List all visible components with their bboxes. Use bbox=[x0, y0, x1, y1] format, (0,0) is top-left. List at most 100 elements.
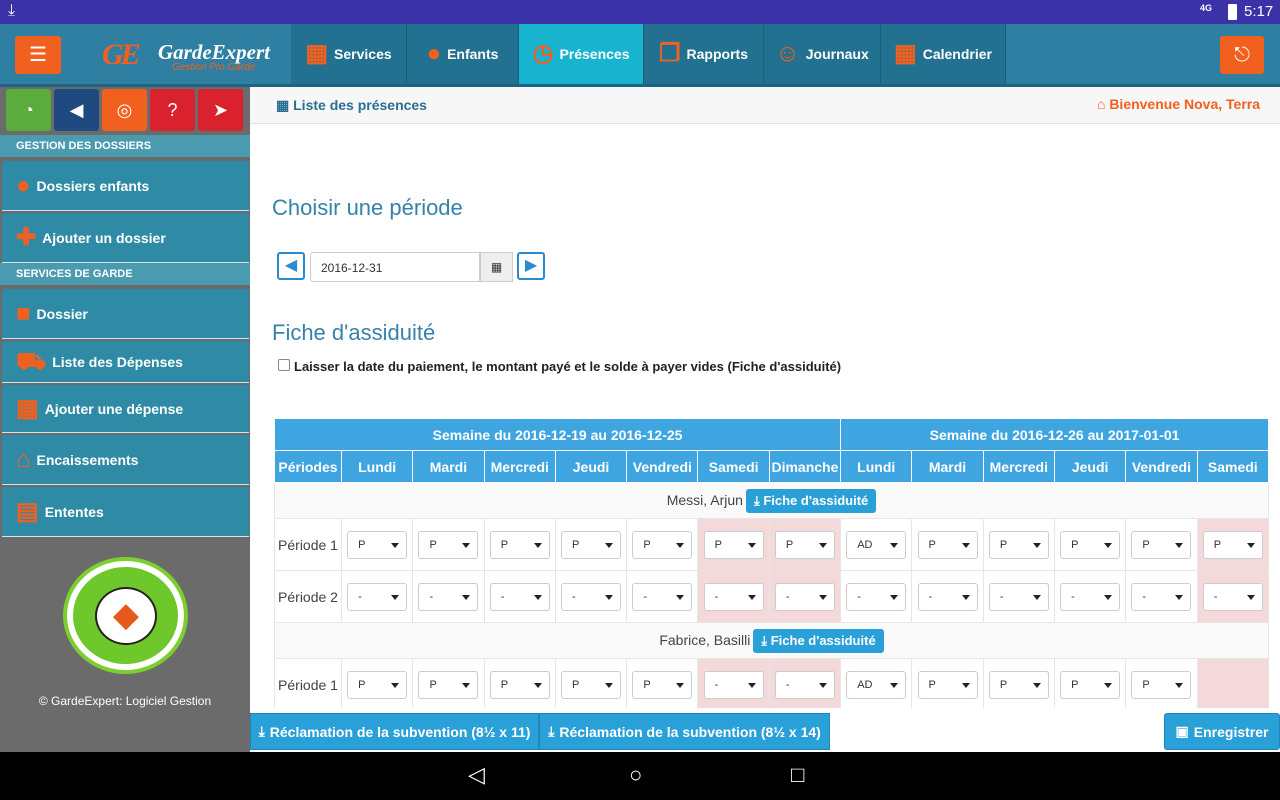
attendance-cell: - bbox=[697, 658, 770, 708]
attendance-select[interactable]: - bbox=[347, 582, 408, 611]
welcome-message[interactable]: ⌂ Bienvenue Nova, Terra bbox=[1097, 96, 1260, 112]
clock: 5:17 bbox=[1244, 3, 1274, 20]
attendance-select[interactable]: - bbox=[703, 670, 764, 699]
sidebar-item-label: Encaissements bbox=[36, 451, 139, 468]
attendance-select[interactable]: AD bbox=[846, 670, 907, 699]
attendance-select[interactable]: P bbox=[561, 530, 622, 559]
sidebar-item-dossier[interactable]: ■ Dossier bbox=[2, 289, 249, 339]
tab-journaux[interactable]: ☺ Journaux bbox=[764, 24, 881, 84]
attendance-select[interactable]: AD bbox=[846, 530, 907, 559]
fiche-assiduite-button[interactable]: ⤓ Fiche d'assiduité bbox=[745, 488, 877, 513]
dashboard-button[interactable]: ◔ bbox=[6, 89, 51, 131]
arrow-left-icon: ◀ bbox=[284, 257, 298, 274]
attendance-select[interactable]: P bbox=[1131, 530, 1192, 559]
tab-calendrier[interactable]: ▦ Calendrier bbox=[881, 24, 1006, 84]
period-label: Période 1 bbox=[274, 518, 342, 571]
tab-rapports[interactable]: ❐ Rapports bbox=[644, 24, 764, 84]
child-name-cell: Messi, Arjun ⤓ Fiche d'assiduité bbox=[274, 482, 1269, 519]
attendance-select[interactable]: P bbox=[418, 670, 479, 699]
menu-toggle-button[interactable]: ☰ bbox=[15, 36, 61, 74]
attendance-select[interactable]: - bbox=[489, 582, 550, 611]
sidebar-item-ajouter-un-dossier[interactable]: ✚ Ajouter un dossier bbox=[2, 213, 249, 263]
users-icon: ● bbox=[426, 40, 442, 67]
sidebar-item-ajouter-une-depense[interactable]: ▦ Ajouter une dépense bbox=[2, 385, 249, 433]
sidebar-item-dossiers-enfants[interactable]: ● Dossiers enfants bbox=[2, 161, 249, 211]
tab-label: Services bbox=[334, 46, 392, 62]
attendance-cell: - bbox=[697, 570, 770, 623]
sidebar-item-label: Dossier bbox=[36, 305, 88, 322]
leave-blank-checkbox[interactable] bbox=[278, 359, 290, 371]
attendance-select[interactable]: - bbox=[774, 582, 835, 611]
attendance-select[interactable]: P bbox=[988, 670, 1049, 699]
attendance-select[interactable]: - bbox=[917, 582, 978, 611]
attendance-select[interactable]: P bbox=[1060, 670, 1121, 699]
sidebar-item-label: Dossiers enfants bbox=[36, 177, 150, 194]
breadcrumb[interactable]: ▦ Liste des présences bbox=[276, 97, 427, 114]
attendance-select[interactable]: - bbox=[774, 670, 835, 699]
attendance-select[interactable]: - bbox=[418, 582, 479, 611]
sidebar-item-encaissements[interactable]: ⌂ Encaissements bbox=[2, 435, 249, 485]
attendance-select[interactable]: - bbox=[1060, 582, 1121, 611]
attendance-select[interactable]: P bbox=[561, 670, 622, 699]
tab-services[interactable]: ▦ Services bbox=[291, 24, 407, 84]
attendance-select[interactable]: P bbox=[1202, 530, 1263, 559]
day-header: Jeudi bbox=[1053, 450, 1127, 483]
megaphone-button[interactable]: ◀ bbox=[54, 89, 99, 131]
subsidy-claim-14-button[interactable]: ⤓ Réclamation de la subvention (8½ x 14) bbox=[539, 713, 830, 750]
save-button[interactable]: ▣ Enregistrer bbox=[1164, 713, 1280, 750]
attendance-select[interactable]: - bbox=[1202, 582, 1263, 611]
attendance-select[interactable]: P bbox=[418, 530, 479, 559]
subsidy-claim-14-label: Réclamation de la subvention (8½ x 14) bbox=[559, 723, 821, 740]
attendance-cell: P bbox=[626, 658, 699, 708]
sidebar: ◔ ◀ ◎? ➤ GESTION DES DOSSIERS SERVICES DE G… bbox=[0, 87, 250, 752]
previous-period-button[interactable]: ◀ bbox=[277, 252, 305, 280]
lifebuoy-icon: ◎ bbox=[116, 100, 133, 120]
attendance-select[interactable]: - bbox=[846, 582, 907, 611]
attendance-select[interactable]: P bbox=[917, 530, 978, 559]
home-icon[interactable]: ○ bbox=[629, 762, 642, 788]
attendance-select[interactable]: P bbox=[703, 530, 764, 559]
help-icon: ? bbox=[167, 100, 178, 120]
attendance-select[interactable]: P bbox=[988, 530, 1049, 559]
attendance-cell: P bbox=[340, 658, 414, 708]
download-icon: ⤓ bbox=[258, 723, 265, 739]
tab-presences[interactable]: ◷ Présences bbox=[519, 24, 644, 84]
help-button[interactable]: ? bbox=[150, 89, 195, 131]
attendance-select[interactable]: - bbox=[1131, 582, 1192, 611]
tab-label: Enfants bbox=[447, 46, 499, 62]
attendance-select[interactable]: P bbox=[489, 530, 550, 559]
recents-icon[interactable]: □ bbox=[791, 762, 804, 788]
fiche-assiduite-button[interactable]: ⤓ Fiche d'assiduité bbox=[753, 628, 884, 653]
attendance-select[interactable]: - bbox=[988, 582, 1049, 611]
date-input[interactable]: 2016-12-31 bbox=[310, 252, 480, 282]
sidebar-item-ententes[interactable]: ▤ Ententes bbox=[2, 487, 249, 537]
subsidy-claim-11-button[interactable]: ⤓ Réclamation de la subvention (8½ x 11) bbox=[250, 713, 539, 750]
attendance-select[interactable]: - bbox=[632, 582, 693, 611]
attendance-select[interactable]: P bbox=[632, 670, 693, 699]
attendance-select[interactable]: P bbox=[1060, 530, 1121, 559]
save-icon: ▣ bbox=[1175, 723, 1189, 739]
calendar-button[interactable]: ▦ bbox=[480, 252, 513, 282]
tab-enfants[interactable]: ● Enfants bbox=[407, 24, 519, 84]
lifebuoy-button[interactable]: ◎ bbox=[102, 89, 147, 131]
attendance-select[interactable]: P bbox=[347, 670, 408, 699]
attendance-select[interactable]: P bbox=[347, 530, 408, 559]
send-button[interactable]: ➤ bbox=[198, 89, 243, 131]
attendance-cell: P bbox=[340, 518, 414, 571]
attendance-select[interactable]: P bbox=[1131, 670, 1192, 699]
checkbox-label: Laisser la date du paiement, le montant … bbox=[294, 359, 842, 374]
attendance-select[interactable]: P bbox=[489, 670, 550, 699]
attendance-select[interactable]: - bbox=[703, 582, 764, 611]
attendance-select[interactable]: P bbox=[917, 670, 978, 699]
next-period-button[interactable]: ▶ bbox=[517, 252, 545, 280]
app-logo[interactable]: GE GardeExpert Gestion Pro Garde bbox=[102, 38, 292, 74]
back-icon[interactable]: ◁ bbox=[468, 762, 485, 788]
attendance-cell: AD bbox=[840, 658, 913, 708]
attendance-select[interactable]: - bbox=[561, 582, 622, 611]
attendance-select[interactable]: P bbox=[632, 530, 693, 559]
logout-button[interactable]: ⎋ bbox=[1220, 36, 1264, 74]
sidebar-item-liste-des-depenses[interactable]: ⛟ Liste des Dépenses bbox=[2, 341, 249, 383]
attendance-select[interactable]: P bbox=[774, 530, 835, 559]
breadcrumb-bar: ▦ Liste des présences ⌂ Bienvenue Nova, … bbox=[250, 87, 1280, 124]
section-gestion-dossiers: GESTION DES DOSSIERS bbox=[0, 135, 250, 157]
